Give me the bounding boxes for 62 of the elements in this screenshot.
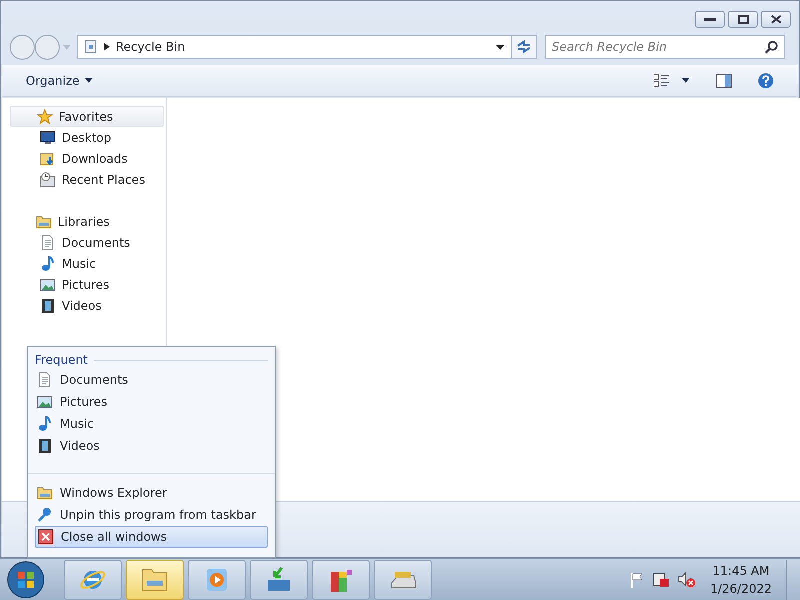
preview-pane-icon[interactable] xyxy=(716,74,732,88)
taskbar-button[interactable] xyxy=(312,560,370,600)
close-icon xyxy=(38,529,54,545)
star-icon xyxy=(37,108,53,124)
film-icon xyxy=(37,438,53,454)
breadcrumb-arrow-icon[interactable] xyxy=(104,43,110,51)
recycle-bin-icon xyxy=(84,40,98,54)
monitor-icon xyxy=(40,130,56,146)
recent-places-icon xyxy=(40,172,56,188)
view-caret-icon[interactable] xyxy=(682,78,690,83)
folder-icon xyxy=(37,485,53,501)
view-list-icon[interactable] xyxy=(654,74,670,88)
maximize-button[interactable] xyxy=(728,11,758,28)
document-icon xyxy=(40,234,56,250)
taskbar-button[interactable] xyxy=(250,560,308,600)
music-note-icon xyxy=(40,256,56,272)
jump-list-item[interactable]: Music xyxy=(60,415,94,433)
taskbar-button[interactable] xyxy=(64,560,122,600)
nav-item[interactable]: Music xyxy=(62,254,96,272)
dropdown-caret-icon[interactable] xyxy=(496,44,505,50)
jump-list-task[interactable]: Windows Explorer xyxy=(60,484,168,502)
folder-icon xyxy=(36,214,52,230)
nav-item[interactable]: Downloads xyxy=(62,150,128,168)
frequent-heading: Frequent xyxy=(35,351,268,369)
maximize-icon xyxy=(738,15,748,24)
nav-item[interactable]: Desktop xyxy=(62,128,112,146)
minimize-button[interactable] xyxy=(695,11,725,28)
pin-icon xyxy=(37,507,53,523)
clock[interactable]: 11:45 AM 1/26/2022 xyxy=(704,562,778,598)
landscape-icon xyxy=(37,394,53,410)
close-icon xyxy=(770,15,782,24)
jump-list-task[interactable]: Unpin this program from taskbar xyxy=(60,506,256,524)
nav-item[interactable]: Videos xyxy=(62,296,102,314)
document-icon xyxy=(37,372,53,388)
nav-item[interactable]: Documents xyxy=(62,234,130,252)
help-icon[interactable] xyxy=(758,72,774,88)
close-button[interactable] xyxy=(761,11,791,28)
search-field[interactable]: Search Recycle Bin xyxy=(545,35,785,59)
caret-icon xyxy=(84,78,93,83)
taskbar-button[interactable] xyxy=(126,560,184,600)
taskbar-button[interactable] xyxy=(374,560,432,600)
install-arrow-icon xyxy=(265,566,293,594)
landscape-icon xyxy=(40,276,56,292)
network-error-icon[interactable] xyxy=(652,571,670,588)
search-icon xyxy=(765,41,778,54)
start-button[interactable] xyxy=(7,560,45,598)
address-text: Recycle Bin xyxy=(116,39,186,56)
address-bar[interactable]: Recycle Bin xyxy=(77,35,512,59)
flag-icon[interactable] xyxy=(630,572,644,588)
music-note-icon xyxy=(37,416,53,432)
jump-list-item[interactable]: Pictures xyxy=(60,393,108,411)
film-icon xyxy=(40,298,56,314)
refresh-icon xyxy=(516,40,532,54)
minimize-icon xyxy=(704,18,716,22)
jump-list-item[interactable]: Documents xyxy=(60,371,128,389)
nav-group-item[interactable]: Libraries xyxy=(58,212,110,230)
jump-list-item[interactable]: Videos xyxy=(60,437,100,455)
nav-item[interactable]: Recent Places xyxy=(62,170,146,188)
volume-muted-icon[interactable] xyxy=(678,571,696,588)
organize-button[interactable]: Organize xyxy=(26,72,93,90)
refresh-button[interactable] xyxy=(511,35,537,59)
nav-item[interactable]: Pictures xyxy=(62,276,110,294)
